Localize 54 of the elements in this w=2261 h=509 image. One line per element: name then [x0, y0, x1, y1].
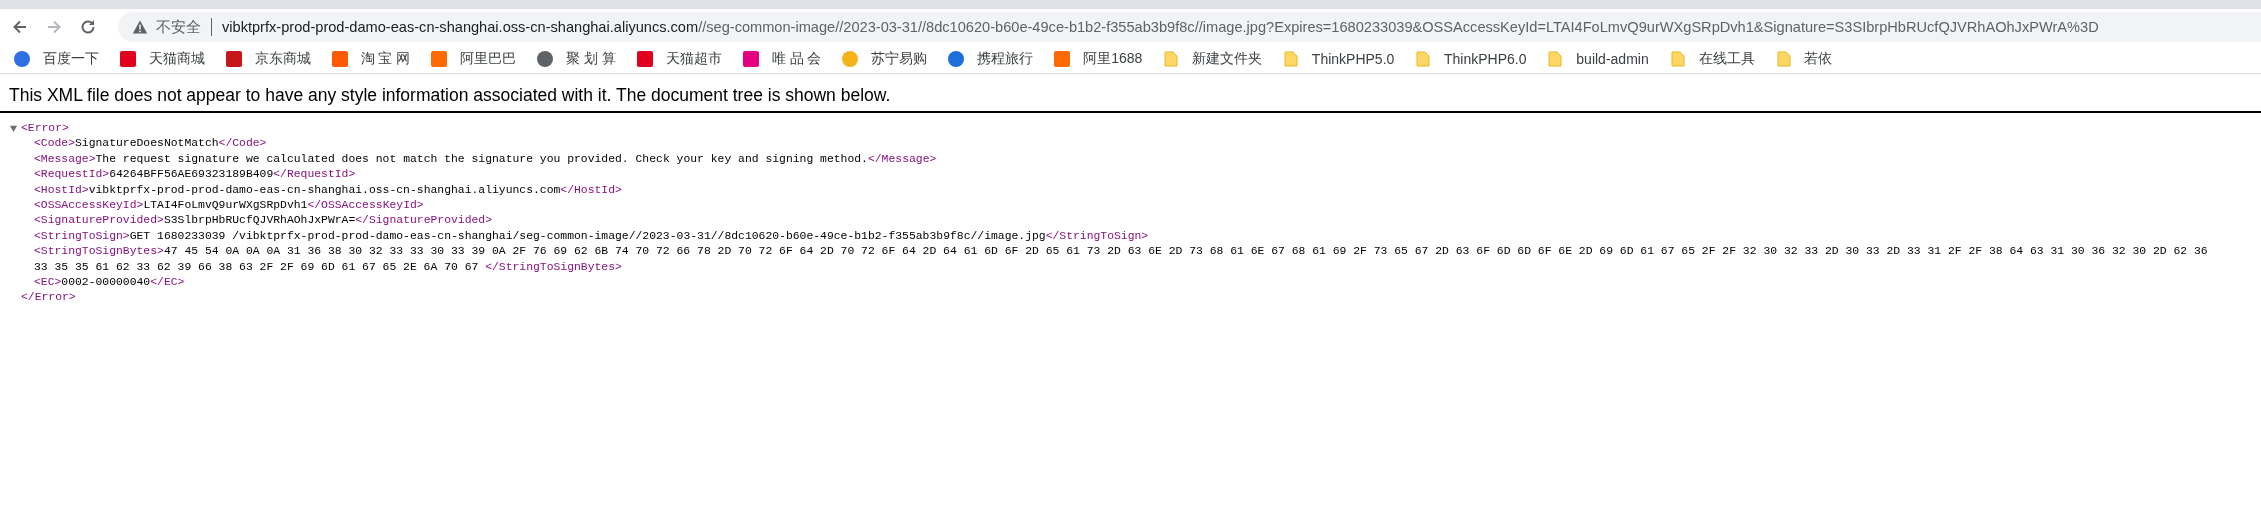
xml-tag: </Message>	[867, 151, 937, 168]
bookmark-item[interactable]: 天猫超市	[636, 50, 722, 68]
xml-tag: </Error>	[21, 290, 76, 306]
xml-text: 47 45 54 0A 0A 0A 31 36 38 30 32 33 33 30 33 39 0A 2F 76 69 62 6B 74 70 72 66 78 2D 70 72 6F 64 2D 70 72 6F 64 2D 64 61 6D 6F 2D 65 61 73 2D 63 6E 2D 73 68 61 6E 67 68 61 69 2F 73 65 67 2D 63 6F 6D 6D 6F 6E 2D 69 6D 61 67 65 2F 2F 32 30 32 33 2D 30 33 2D 33 31 2F 2F 38 64 63 31 30 36 32 30 2D 62 36	[163, 244, 2208, 260]
bookmark-item[interactable]: 百度一下	[14, 50, 99, 68]
xml-text: 0002-00000040	[61, 275, 151, 291]
xml-text: GET 1680233039 /vibktprfx-prod-prod-damo-eas-cn-shanghai/seg-common-image//2023-03-31//8dc10620-b60e-49ce-b1b2-f355ab3b9f8c//image.jpg	[129, 228, 1046, 244]
xml-tag: <Error>	[21, 121, 69, 137]
xml-tag: </HostId>	[560, 182, 622, 199]
bookmark-item[interactable]: 携程旅行	[948, 50, 1034, 68]
bookmark-item[interactable]: 若依	[1775, 50, 1833, 68]
xml-text: SignatureDoesNotMatch	[75, 136, 219, 152]
url-host: vibktprfx-prod-prod-damo-eas-cn-shanghai.oss-cn-shanghai.aliyuncs.com	[222, 19, 699, 35]
bookmark-item[interactable]: 在线工具	[1669, 50, 1755, 68]
xml-tag: </StringToSignBytes>	[485, 259, 622, 276]
bookmark-item[interactable]: 唯 品 会	[742, 50, 822, 68]
bookmark-item[interactable]: 阿里1688	[1054, 50, 1143, 68]
url-path: //seg-common-image//2023-03-31//8dc10620-b60e-49ce-b1b2-f355ab3b9f8c//image.jpg?Expires=1680233039&OSSAccessKeyId=LTAI4FoLmvQ9urWXgSRpDvh1&Signature=S3SIbrpHbRUcfQJVRhAOhJxPWrA%3D	[698, 19, 2099, 35]
bookmark-item[interactable]: 京东商城	[225, 50, 311, 68]
bookmark-item[interactable]: 阿里巴巴	[431, 50, 517, 68]
xml-tag: </EC>	[150, 275, 185, 291]
bookmark-item[interactable]: ThinkPHP5.0	[1283, 51, 1395, 67]
xml-text: LTAI4FoLmvQ9urWXgSRpDvh1	[143, 198, 308, 214]
xml-text: 33 35 35 61 62 33 62 39 66 38 63 2F 2F 69 6D 61 67 65 2E 6A 70 67	[34, 259, 480, 275]
bookmark-item[interactable]: 苏宁易购	[842, 50, 928, 68]
xml-text: S3SlbrpHbRUcfQJVRhAOhJxPWrA=	[163, 213, 356, 229]
xml-notice: This XML file does not appear to have any style information associated with it. The document tree is shown below.	[0, 85, 2261, 113]
address-bar[interactable]	[118, 12, 2261, 42]
xml-tag: <Code>	[34, 136, 75, 152]
xml-tag: <HostId>	[34, 182, 89, 199]
bookmark-item[interactable]: build-admin	[1547, 51, 1649, 67]
xml-tag: <StringToSign>	[34, 228, 130, 245]
xml-tag: <RequestId>	[34, 167, 110, 183]
xml-text: The request signature we calculated does not match the signature you provided. Check your key and signing method.	[95, 151, 868, 167]
bookmark-item[interactable]: 聚 划 算	[537, 50, 616, 68]
xml-tag: </SignatureProvided>	[355, 213, 492, 229]
xml-tag: </RequestId>	[273, 167, 356, 183]
security-label[interactable]: 不安全	[156, 17, 201, 37]
bookmark-item[interactable]: ThinkPHP6.0	[1415, 51, 1527, 67]
xml-tag: </StringToSign>	[1045, 228, 1149, 245]
xml-tag: </Code>	[218, 136, 267, 152]
xml-tag: <EC>	[34, 275, 62, 291]
xml-text: 64264BFF56AE69323189B409	[109, 167, 274, 183]
expand-icon[interactable]	[9, 124, 18, 134]
xml-tag: <StringToSignBytes>	[34, 244, 164, 260]
bookmark-item[interactable]: 新建文件夹	[1163, 50, 1263, 68]
xml-tag: <SignatureProvided>	[34, 213, 164, 229]
bookmark-item[interactable]: 淘 宝 网	[331, 50, 411, 68]
bookmark-item[interactable]: 天猫商城	[119, 50, 205, 68]
xml-tag: </OSSAccessKeyId>	[307, 198, 424, 214]
xml-tag: <Message>	[34, 151, 96, 168]
xml-text: vibktprfx-prod-prod-damo-eas-cn-shanghai.oss-cn-shanghai.aliyuncs.com	[88, 182, 561, 198]
xml-tag: <OSSAccessKeyId>	[34, 198, 144, 214]
warning-icon[interactable]	[132, 19, 148, 35]
